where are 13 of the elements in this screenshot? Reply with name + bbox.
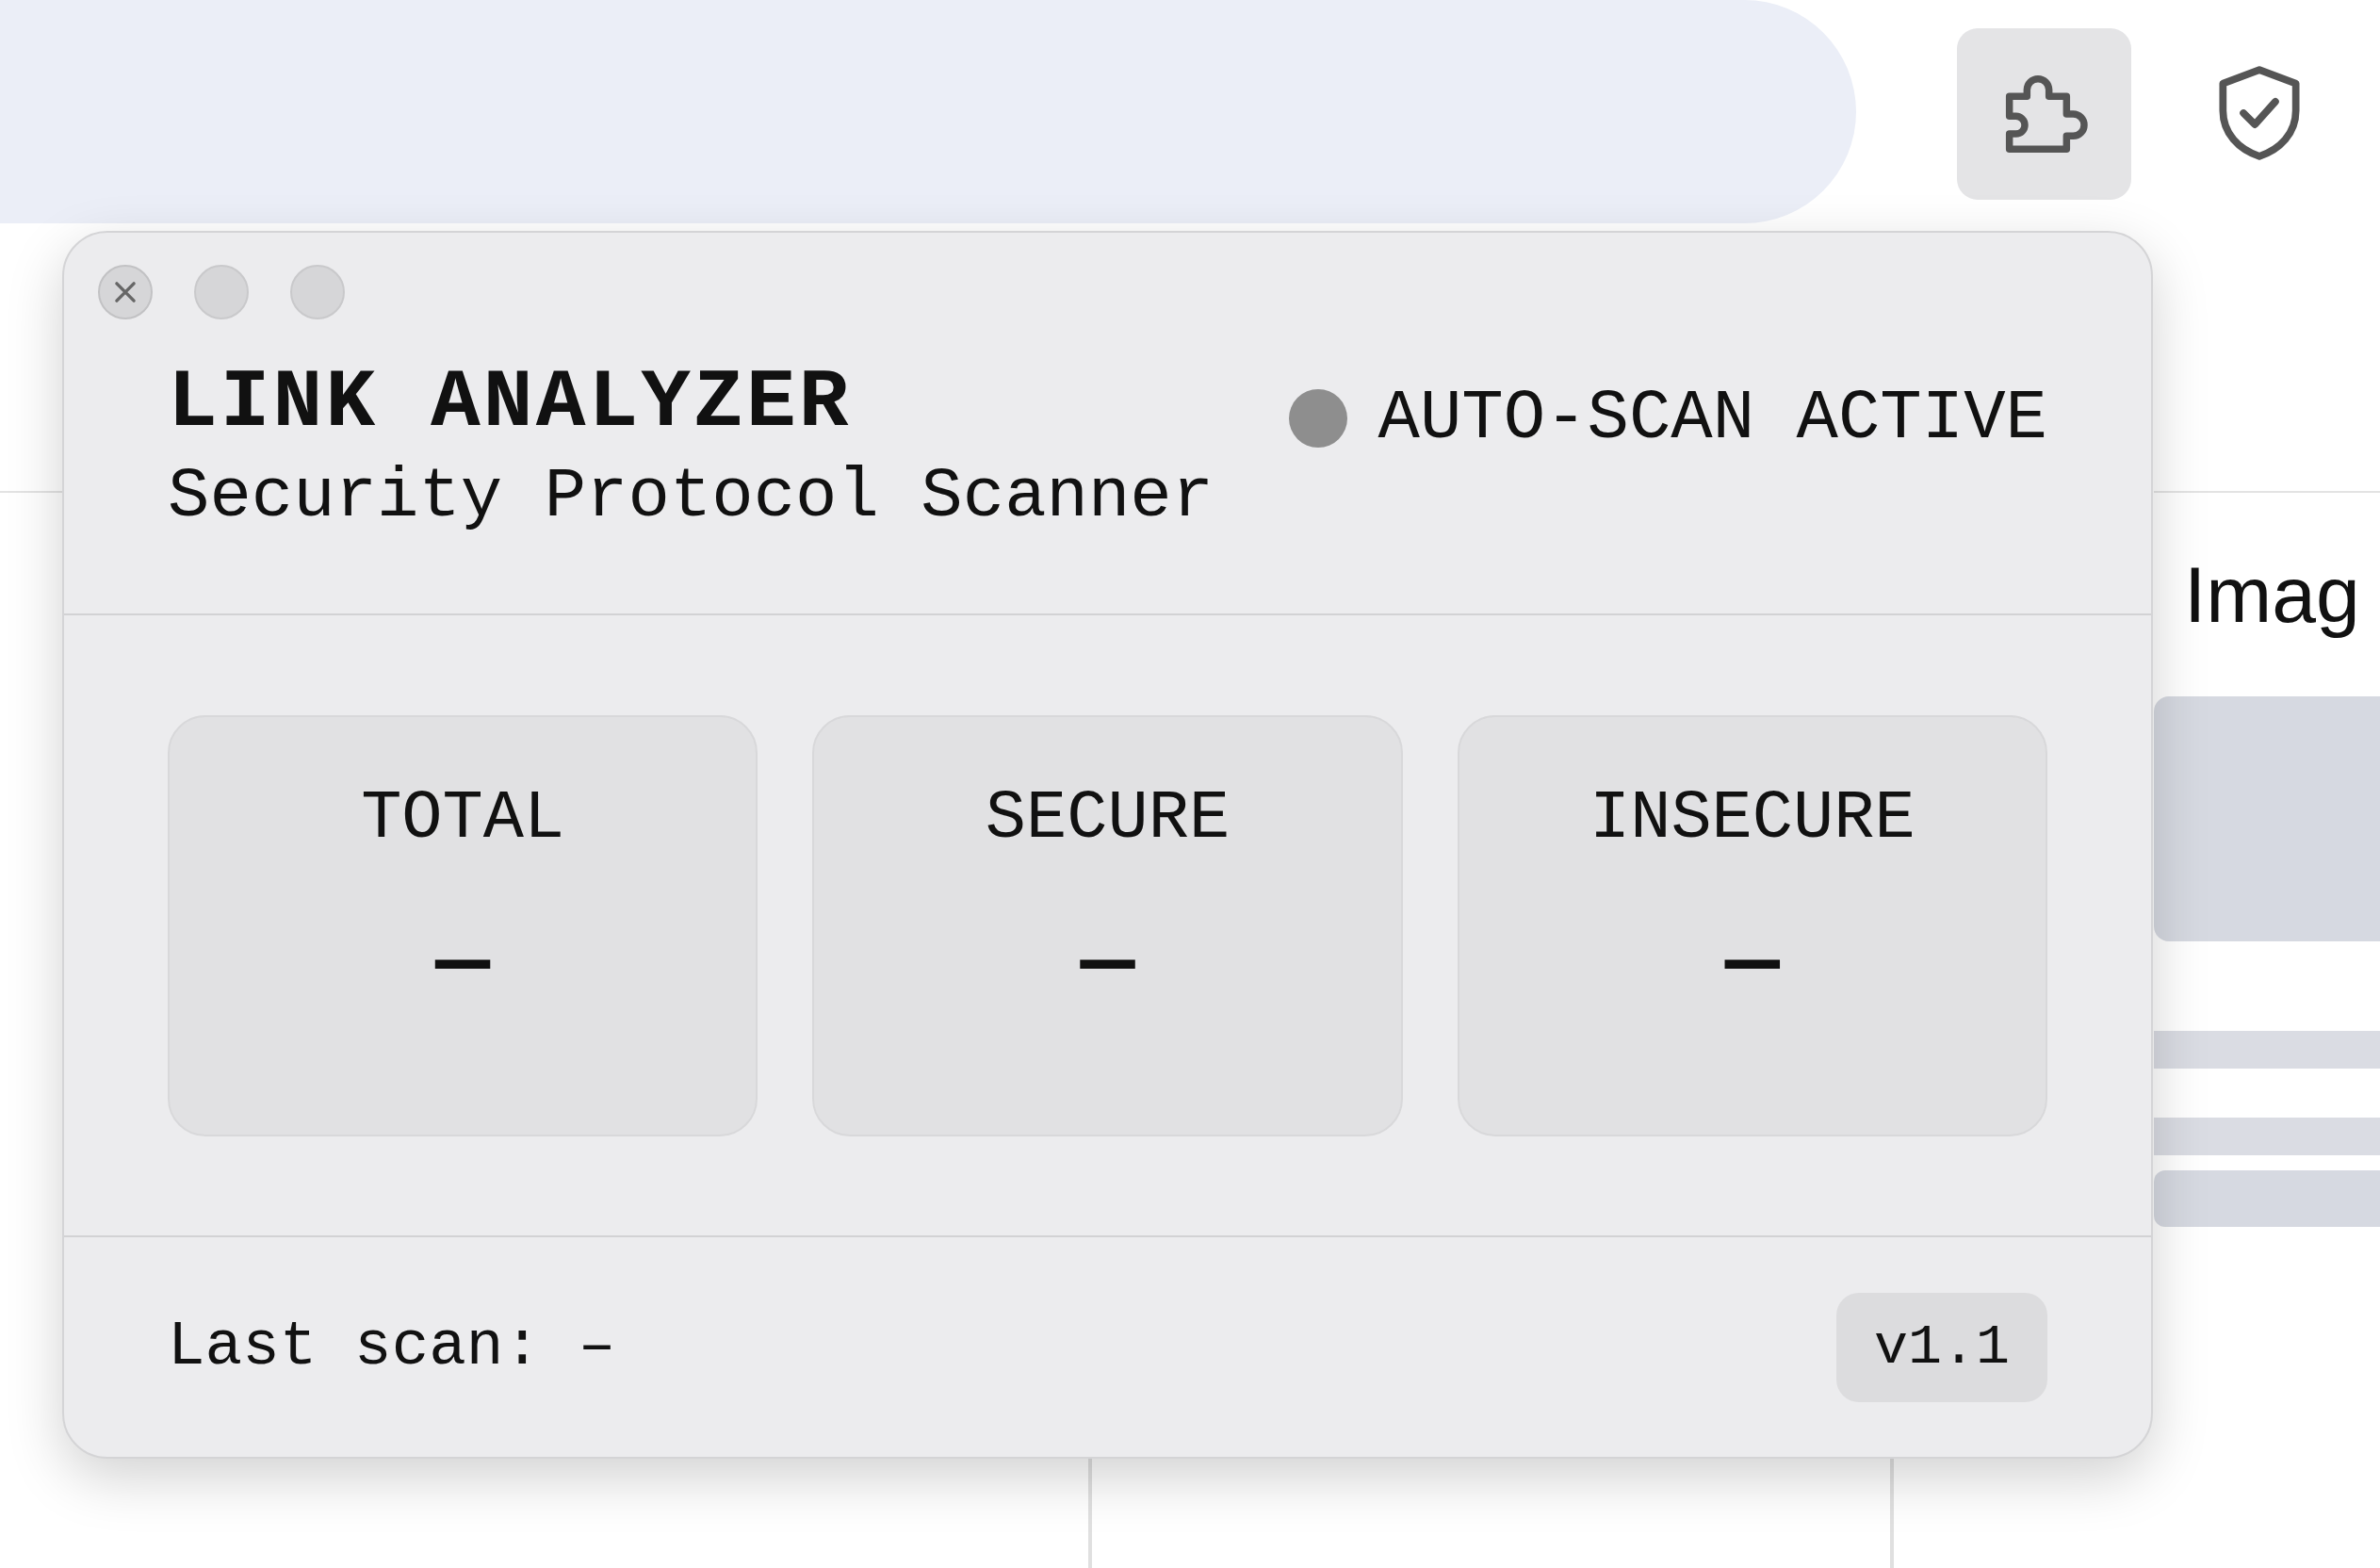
stat-value: — — [435, 918, 490, 1009]
stat-label: TOTAL — [361, 784, 565, 853]
stat-value: — — [1725, 918, 1780, 1009]
extensions-button[interactable] — [1957, 28, 2131, 200]
stat-label: SECURE — [985, 784, 1231, 853]
app-title: LINK ANALYZER — [168, 358, 853, 449]
last-scan-text: Last scan: – — [168, 1315, 616, 1379]
app-subtitle: Security Protocol Scanner — [168, 458, 1214, 536]
status-label: AUTO-SCAN ACTIVE — [1377, 384, 2047, 453]
version-tag: v1.1 — [1835, 1292, 2047, 1402]
stat-value: — — [1080, 918, 1135, 1009]
close-icon — [113, 279, 138, 304]
stat-label: INSECURE — [1589, 784, 1915, 853]
